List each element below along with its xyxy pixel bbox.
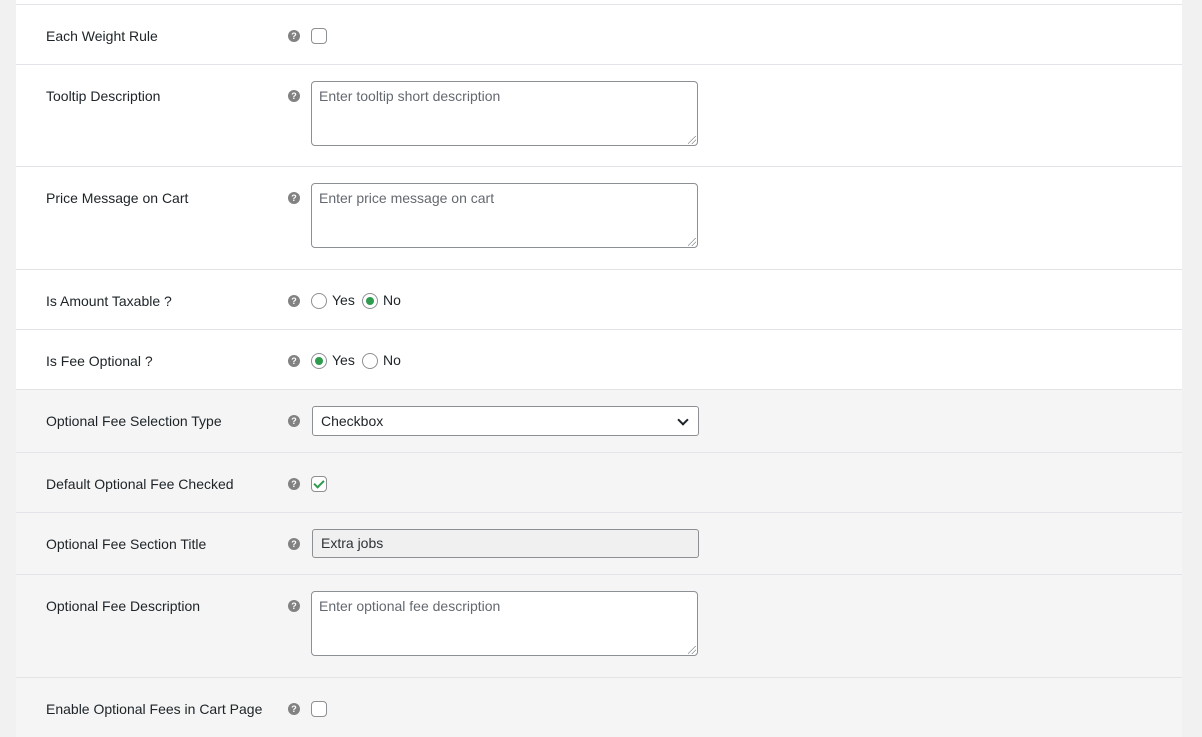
optional-fee-selection-type-label: Optional Fee Selection Type (46, 413, 222, 429)
each-weight-rule-checkbox[interactable] (311, 28, 327, 44)
is-amount-taxable-no-label[interactable]: No (383, 292, 401, 308)
enable-optional-fees-in-cart-page-label: Enable Optional Fees in Cart Page (46, 701, 263, 717)
row-each-weight-rule: Each Weight Rule ? (16, 4, 1182, 65)
question-circle-icon[interactable]: ? (288, 192, 300, 204)
row-is-amount-taxable: Is Amount Taxable ? ? Yes No (16, 269, 1182, 330)
checkmark-icon (313, 477, 325, 489)
radio-selected-dot (315, 357, 323, 365)
question-circle-icon[interactable]: ? (288, 30, 300, 42)
optional-fee-section-title-input[interactable]: Extra jobs (312, 529, 699, 558)
question-circle-icon[interactable]: ? (288, 600, 300, 612)
enable-optional-fees-in-cart-page-checkbox[interactable] (311, 701, 327, 717)
question-circle-icon[interactable]: ? (288, 538, 300, 550)
is-fee-optional-no-radio[interactable] (362, 353, 378, 369)
default-optional-fee-checked-label: Default Optional Fee Checked (46, 476, 234, 492)
optional-fee-description-textarea[interactable]: Enter optional fee description (311, 591, 698, 656)
optional-fee-description-placeholder: Enter optional fee description (319, 598, 501, 614)
question-circle-icon[interactable]: ? (288, 355, 300, 367)
is-amount-taxable-yes-label[interactable]: Yes (332, 292, 355, 308)
question-circle-icon[interactable]: ? (288, 478, 300, 490)
tooltip-description-placeholder: Enter tooltip short description (319, 88, 501, 104)
tooltip-description-textarea[interactable]: Enter tooltip short description (311, 81, 698, 146)
optional-fee-selection-type-select[interactable]: Checkbox (312, 406, 699, 436)
row-optional-fee-section-title: Optional Fee Section Title ? Extra jobs (16, 512, 1182, 575)
is-amount-taxable-label: Is Amount Taxable ? (46, 293, 172, 309)
is-amount-taxable-yes-radio[interactable] (311, 293, 327, 309)
optional-fee-description-label: Optional Fee Description (46, 598, 201, 614)
question-circle-icon[interactable]: ? (288, 703, 300, 715)
optional-fee-section-title-label: Optional Fee Section Title (46, 536, 207, 552)
question-circle-icon[interactable]: ? (288, 295, 300, 307)
tooltip-description-label: Tooltip Description (46, 88, 161, 104)
question-circle-icon[interactable]: ? (288, 90, 300, 102)
row-tooltip-description: Tooltip Description ? Enter tooltip shor… (16, 64, 1182, 167)
row-price-message-on-cart: Price Message on Cart ? Enter price mess… (16, 166, 1182, 270)
price-message-on-cart-label: Price Message on Cart (46, 190, 189, 206)
is-fee-optional-yes-label[interactable]: Yes (332, 352, 355, 368)
optional-fee-section-title-value: Extra jobs (321, 535, 384, 551)
price-message-on-cart-textarea[interactable]: Enter price message on cart (311, 183, 698, 248)
price-message-on-cart-placeholder: Enter price message on cart (319, 190, 495, 206)
row-optional-fee-description: Optional Fee Description ? Enter optiona… (16, 574, 1182, 678)
row-default-optional-fee-checked: Default Optional Fee Checked ? (16, 452, 1182, 513)
settings-panel: Each Weight Rule ? Tooltip Description ?… (16, 0, 1182, 737)
radio-selected-dot (366, 297, 374, 305)
is-fee-optional-no-label[interactable]: No (383, 352, 401, 368)
row-enable-optional-fees-in-cart-page: Enable Optional Fees in Cart Page ? (16, 677, 1182, 737)
is-fee-optional-yes-radio[interactable] (311, 353, 327, 369)
optional-fee-selection-type-value: Checkbox (321, 413, 384, 429)
each-weight-rule-label: Each Weight Rule (46, 28, 158, 44)
default-optional-fee-checked-checkbox[interactable] (311, 476, 327, 492)
is-fee-optional-label: Is Fee Optional ? (46, 353, 153, 369)
row-optional-fee-selection-type: Optional Fee Selection Type ? Checkbox (16, 389, 1182, 453)
is-amount-taxable-no-radio[interactable] (362, 293, 378, 309)
row-is-fee-optional: Is Fee Optional ? ? Yes No (16, 329, 1182, 390)
chevron-down-icon (677, 414, 689, 426)
question-circle-icon[interactable]: ? (288, 415, 300, 427)
resize-grip-icon[interactable] (688, 646, 696, 654)
resize-grip-icon[interactable] (688, 238, 696, 246)
resize-grip-icon[interactable] (688, 136, 696, 144)
